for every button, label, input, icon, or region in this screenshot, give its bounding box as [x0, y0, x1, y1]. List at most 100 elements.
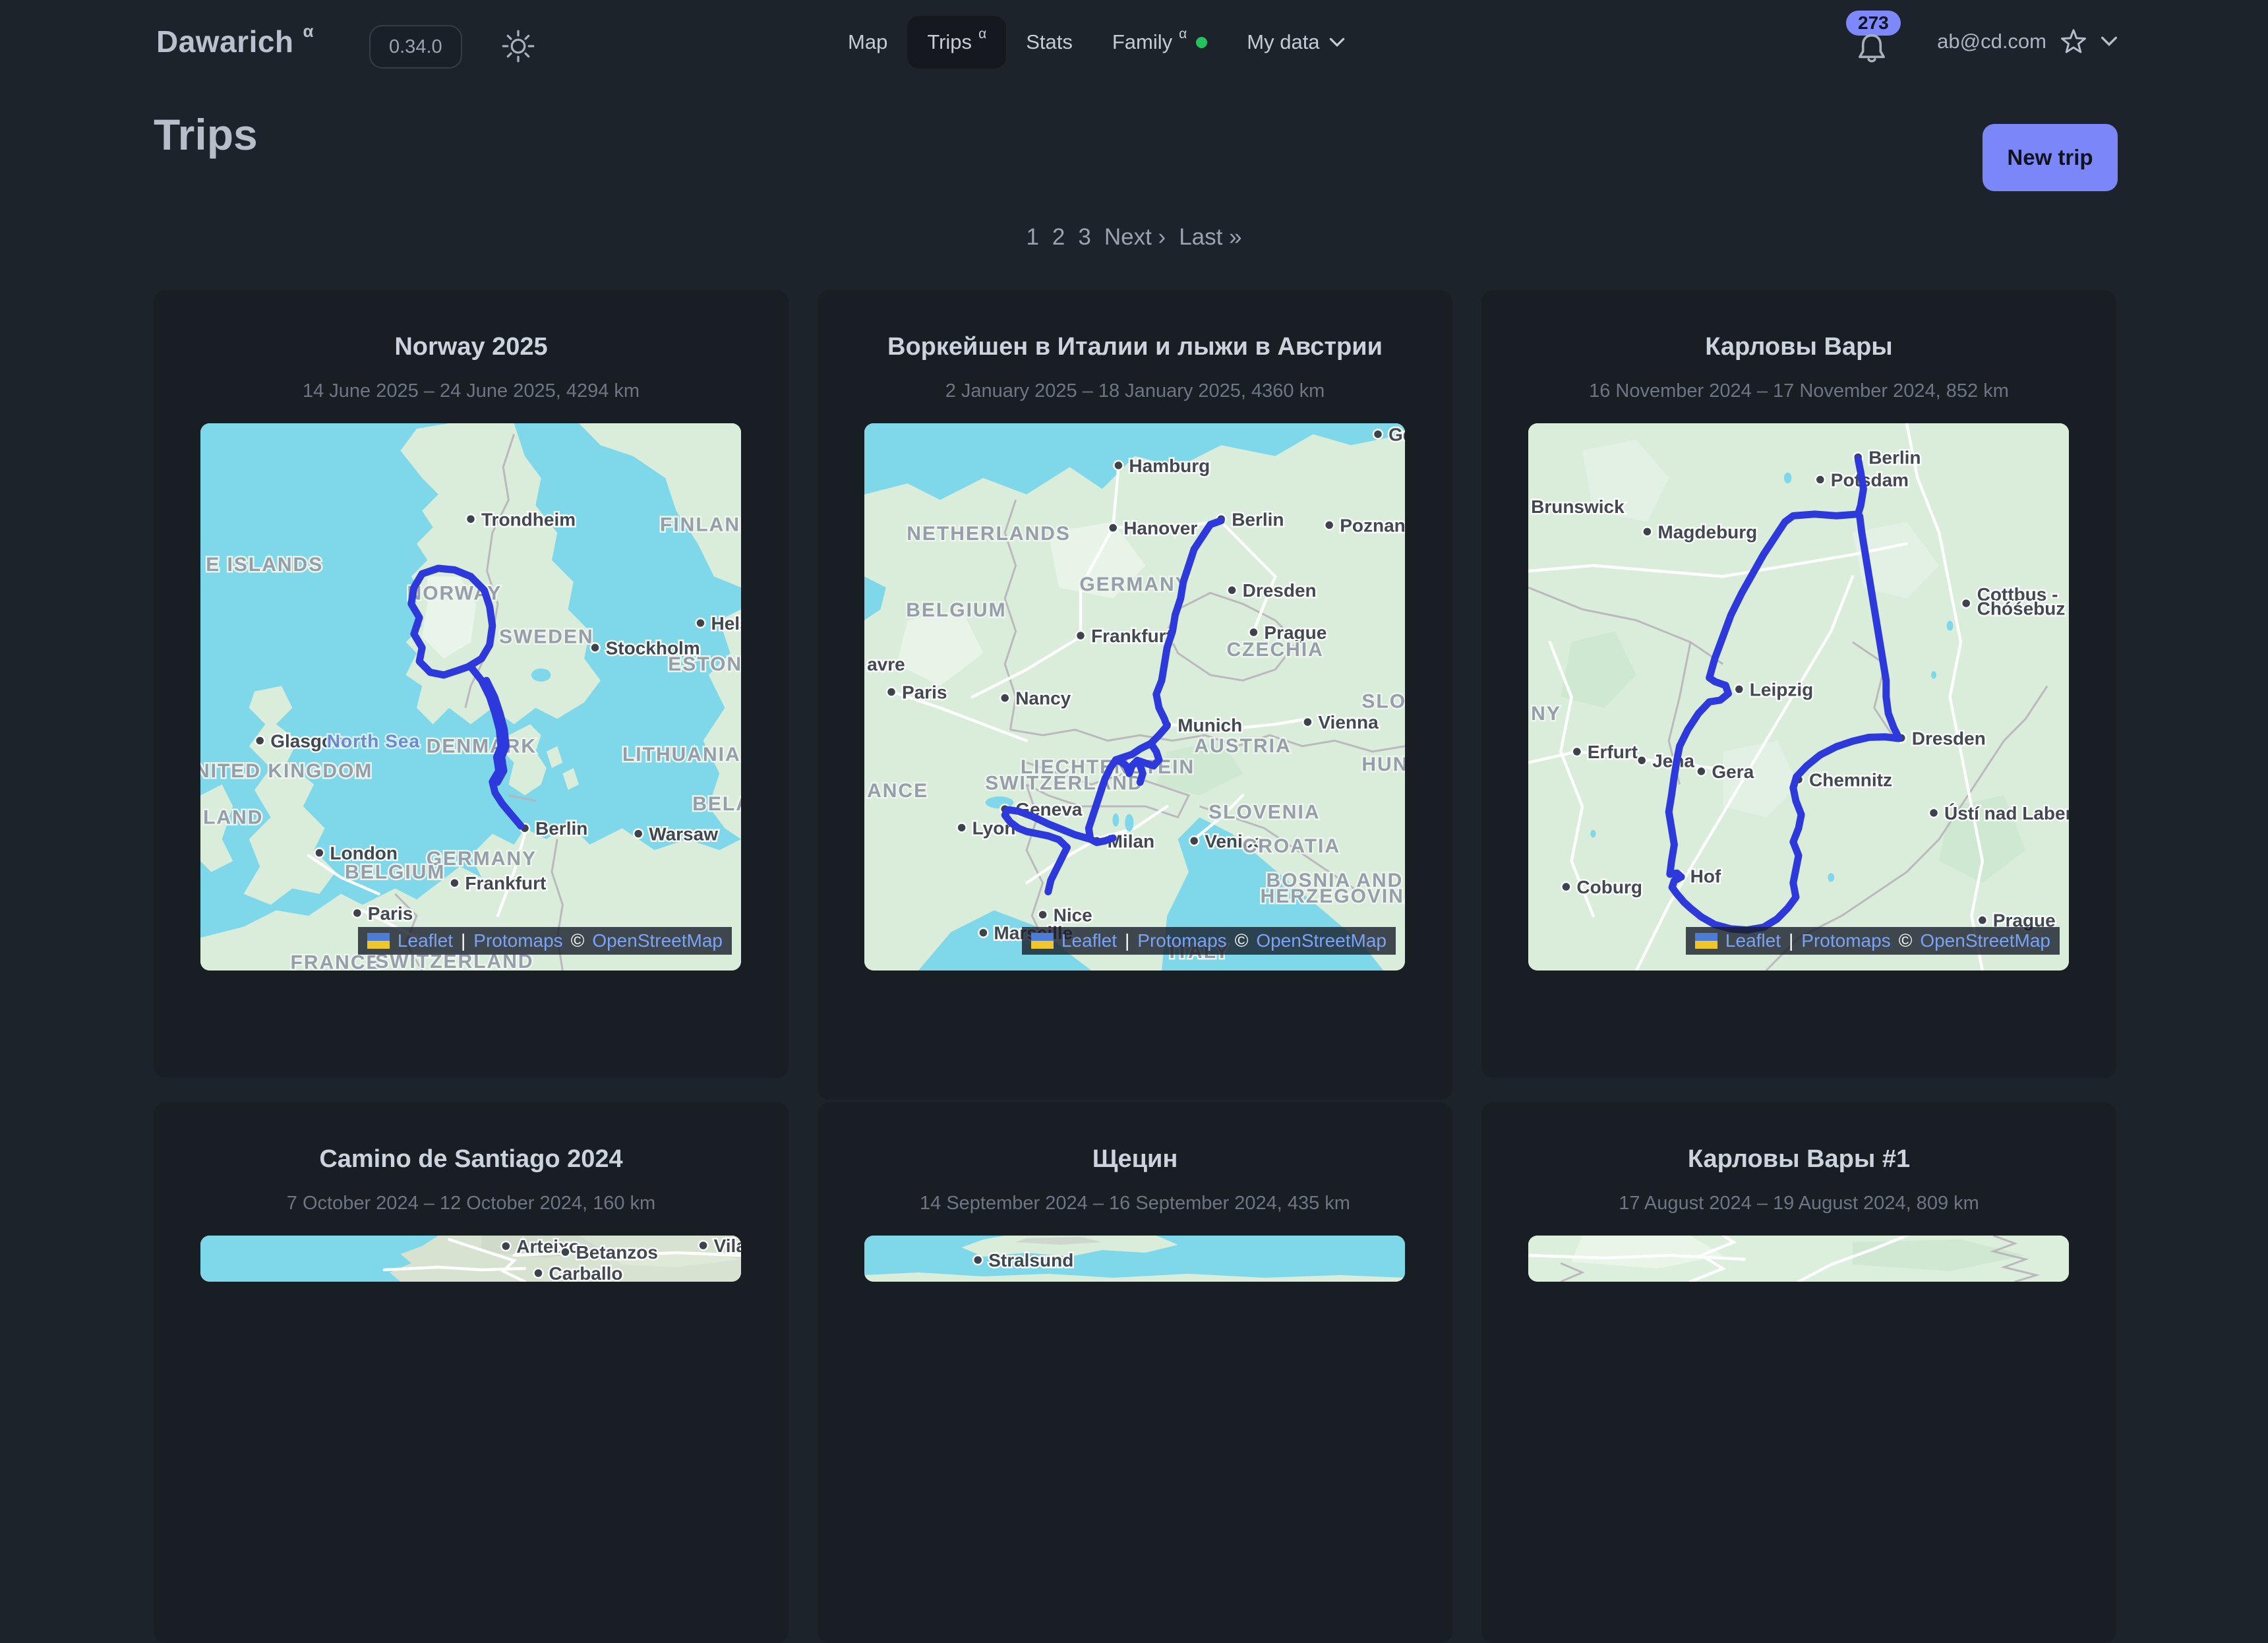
- trips-grid: Norway 202514 June 2025 – 24 June 2025, …: [154, 290, 2116, 1643]
- nav-item-map[interactable]: Map: [828, 16, 907, 69]
- sun-icon: [501, 29, 535, 67]
- svg-text:Brunswick: Brunswick: [1531, 496, 1625, 517]
- trip-dates: 17 August 2024 – 19 August 2024, 809 km: [1528, 1191, 2070, 1216]
- svg-text:Gd: Gd: [1388, 425, 1405, 445]
- nav-item-my-data[interactable]: My data: [1227, 16, 1364, 69]
- app-logo-text: Dawarich: [156, 24, 294, 59]
- pagination-link[interactable]: Last »: [1179, 224, 1241, 251]
- trip-map[interactable]: Stralsund: [864, 1236, 1405, 1282]
- svg-text:Magdeburg: Magdeburg: [1657, 522, 1757, 542]
- pagination-link[interactable]: Next ›: [1104, 224, 1166, 251]
- openstreetmap-link[interactable]: OpenStreetMap: [1256, 930, 1387, 951]
- svg-text:CZECHIA: CZECHIA: [1227, 639, 1324, 661]
- svg-text:BELA: BELA: [692, 793, 741, 815]
- svg-text:Nancy: Nancy: [1015, 688, 1071, 709]
- trip-card[interactable]: Карловы Вары #117 August 2024 – 19 Augus…: [1481, 1102, 2116, 1643]
- trip-map[interactable]: ArteixoBetanzosVilaCarballo: [200, 1236, 741, 1282]
- svg-text:Berlin: Berlin: [535, 818, 587, 839]
- map-attribution: Leaflet | Protomaps © OpenStreetMap: [1022, 927, 1396, 955]
- openstreetmap-link[interactable]: OpenStreetMap: [592, 930, 723, 951]
- nav-item-label: Map: [848, 30, 887, 54]
- pagination-link[interactable]: 3: [1078, 224, 1090, 251]
- leaflet-link[interactable]: Leaflet: [1725, 930, 1781, 951]
- alpha-badge: α: [303, 21, 314, 42]
- trip-card[interactable]: Щецин14 September 2024 – 16 September 20…: [818, 1102, 1452, 1643]
- chevron-down-icon: [2101, 36, 2118, 47]
- protomaps-link[interactable]: Protomaps: [1801, 930, 1890, 951]
- trip-title: Воркейшен в Италии и лыжи в Австрии: [887, 330, 1383, 364]
- svg-text:ANCE: ANCE: [867, 780, 928, 802]
- svg-text:Frankfurt: Frankfurt: [465, 873, 546, 893]
- version-badge: 0.34.0: [369, 25, 462, 69]
- trip-dates: 2 January 2025 – 18 January 2025, 4360 k…: [864, 378, 1406, 403]
- svg-text:CROATIA: CROATIA: [1243, 835, 1340, 857]
- nav-item-label: Trips: [927, 30, 972, 54]
- svg-text:FINLAND: FINLAND: [660, 514, 741, 536]
- nav-item-family[interactable]: Familyα: [1092, 16, 1227, 69]
- app-logo[interactable]: Dawarich α: [156, 24, 314, 59]
- protomaps-link[interactable]: Protomaps: [1137, 930, 1226, 951]
- svg-text:SLOVENIA: SLOVENIA: [1209, 801, 1320, 823]
- trip-dates: 14 September 2024 – 16 September 2024, 4…: [864, 1191, 1406, 1216]
- new-trip-button[interactable]: New trip: [1983, 124, 2118, 191]
- svg-text:SWITZERLAND: SWITZERLAND: [985, 772, 1143, 794]
- trip-dates: 7 October 2024 – 12 October 2024, 160 km: [200, 1191, 742, 1216]
- svg-text:Betanzos: Betanzos: [576, 1242, 658, 1263]
- openstreetmap-link[interactable]: OpenStreetMap: [1920, 930, 2050, 951]
- svg-text:Leipzig: Leipzig: [1750, 679, 1813, 700]
- svg-text:Dresden: Dresden: [1243, 580, 1317, 601]
- svg-text:BELGIUM: BELGIUM: [345, 862, 445, 883]
- copyright-symbol: ©: [1235, 930, 1249, 951]
- protomaps-link[interactable]: Protomaps: [473, 930, 562, 951]
- svg-text:Hof: Hof: [1690, 866, 1721, 886]
- svg-text:Paris: Paris: [902, 682, 947, 703]
- nav-item-trips[interactable]: Tripsα: [907, 16, 1006, 69]
- svg-text:Warsaw: Warsaw: [649, 824, 718, 845]
- svg-text:HUNG: HUNG: [1361, 754, 1405, 775]
- page-title: Trips: [154, 109, 258, 160]
- trip-map[interactable]: E ISLANDSTrondheimFINLANDNORWAYSWEDENSto…: [200, 423, 741, 971]
- map-attribution: Leaflet|Protomaps©OpenStreetMap: [1686, 927, 2060, 955]
- svg-text:Gera: Gera: [1712, 762, 1754, 782]
- trip-card[interactable]: Camino de Santiago 2024 7 October 2024 – …: [154, 1102, 789, 1643]
- star-icon[interactable]: [2058, 26, 2089, 57]
- svg-text:DENMARK: DENMARK: [427, 736, 537, 758]
- nav-item-stats[interactable]: Stats: [1006, 16, 1092, 69]
- map-attribution: Leaflet|Protomaps©OpenStreetMap: [358, 927, 732, 955]
- pagination: 123 Next › Last »: [0, 224, 2268, 251]
- copyright-symbol: ©: [571, 930, 585, 951]
- svg-text:Paris: Paris: [368, 903, 413, 924]
- trip-map[interactable]: [1528, 1236, 2069, 1282]
- family-online-dot: [1196, 37, 1207, 48]
- account-menu[interactable]: ab@cd.com: [1937, 26, 2118, 57]
- alpha-badge: α: [978, 26, 986, 42]
- leaflet-link[interactable]: Leaflet: [398, 930, 453, 951]
- trip-map[interactable]: GdHamburgNETHERLANDSHanoverBerlinPoznanG…: [864, 423, 1405, 971]
- trip-card[interactable]: Norway 202514 June 2025 – 24 June 2025, …: [154, 290, 789, 1078]
- trip-title: Camino de Santiago 2024: [319, 1142, 622, 1176]
- svg-text:GERMANY: GERMANY: [1079, 574, 1189, 595]
- trip-card[interactable]: Карловы Вары16 November 2024 – 17 Novemb…: [1481, 290, 2116, 1078]
- svg-text:ESTONIA: ESTONIA: [668, 653, 741, 675]
- svg-text:Berlin: Berlin: [1232, 509, 1284, 529]
- svg-text:Potsdam: Potsdam: [1831, 469, 1909, 490]
- svg-text:E ISLANDS: E ISLANDS: [206, 554, 323, 576]
- theme-toggle-button[interactable]: [501, 29, 535, 67]
- svg-text:Vila: Vila: [714, 1236, 741, 1256]
- nav-item-label: Stats: [1026, 30, 1073, 54]
- leaflet-link[interactable]: Leaflet: [1061, 930, 1117, 951]
- pagination-link[interactable]: 2: [1052, 224, 1065, 251]
- svg-text:Hanover: Hanover: [1123, 518, 1197, 539]
- svg-text:Berlin: Berlin: [1868, 447, 1921, 467]
- svg-text:North Sea: North Sea: [327, 731, 420, 751]
- trip-dates: 16 November 2024 – 17 November 2024, 852…: [1528, 378, 2070, 403]
- alpha-badge: α: [1179, 26, 1187, 42]
- attribution-separator: |: [1125, 930, 1129, 951]
- notifications-button[interactable]: 273: [1846, 8, 1925, 80]
- pagination-link[interactable]: 1: [1026, 224, 1038, 251]
- trip-map[interactable]: BerlinPotsdamBrunswickMagdeburgCottbus -…: [1528, 423, 2069, 971]
- chevron-down-icon: [1329, 38, 1345, 47]
- trip-card[interactable]: Воркейшен в Италии и лыжи в Австрии 2 Jan…: [818, 290, 1452, 1100]
- trip-title: Norway 2025: [394, 330, 547, 364]
- svg-text:Carballo: Carballo: [549, 1263, 623, 1282]
